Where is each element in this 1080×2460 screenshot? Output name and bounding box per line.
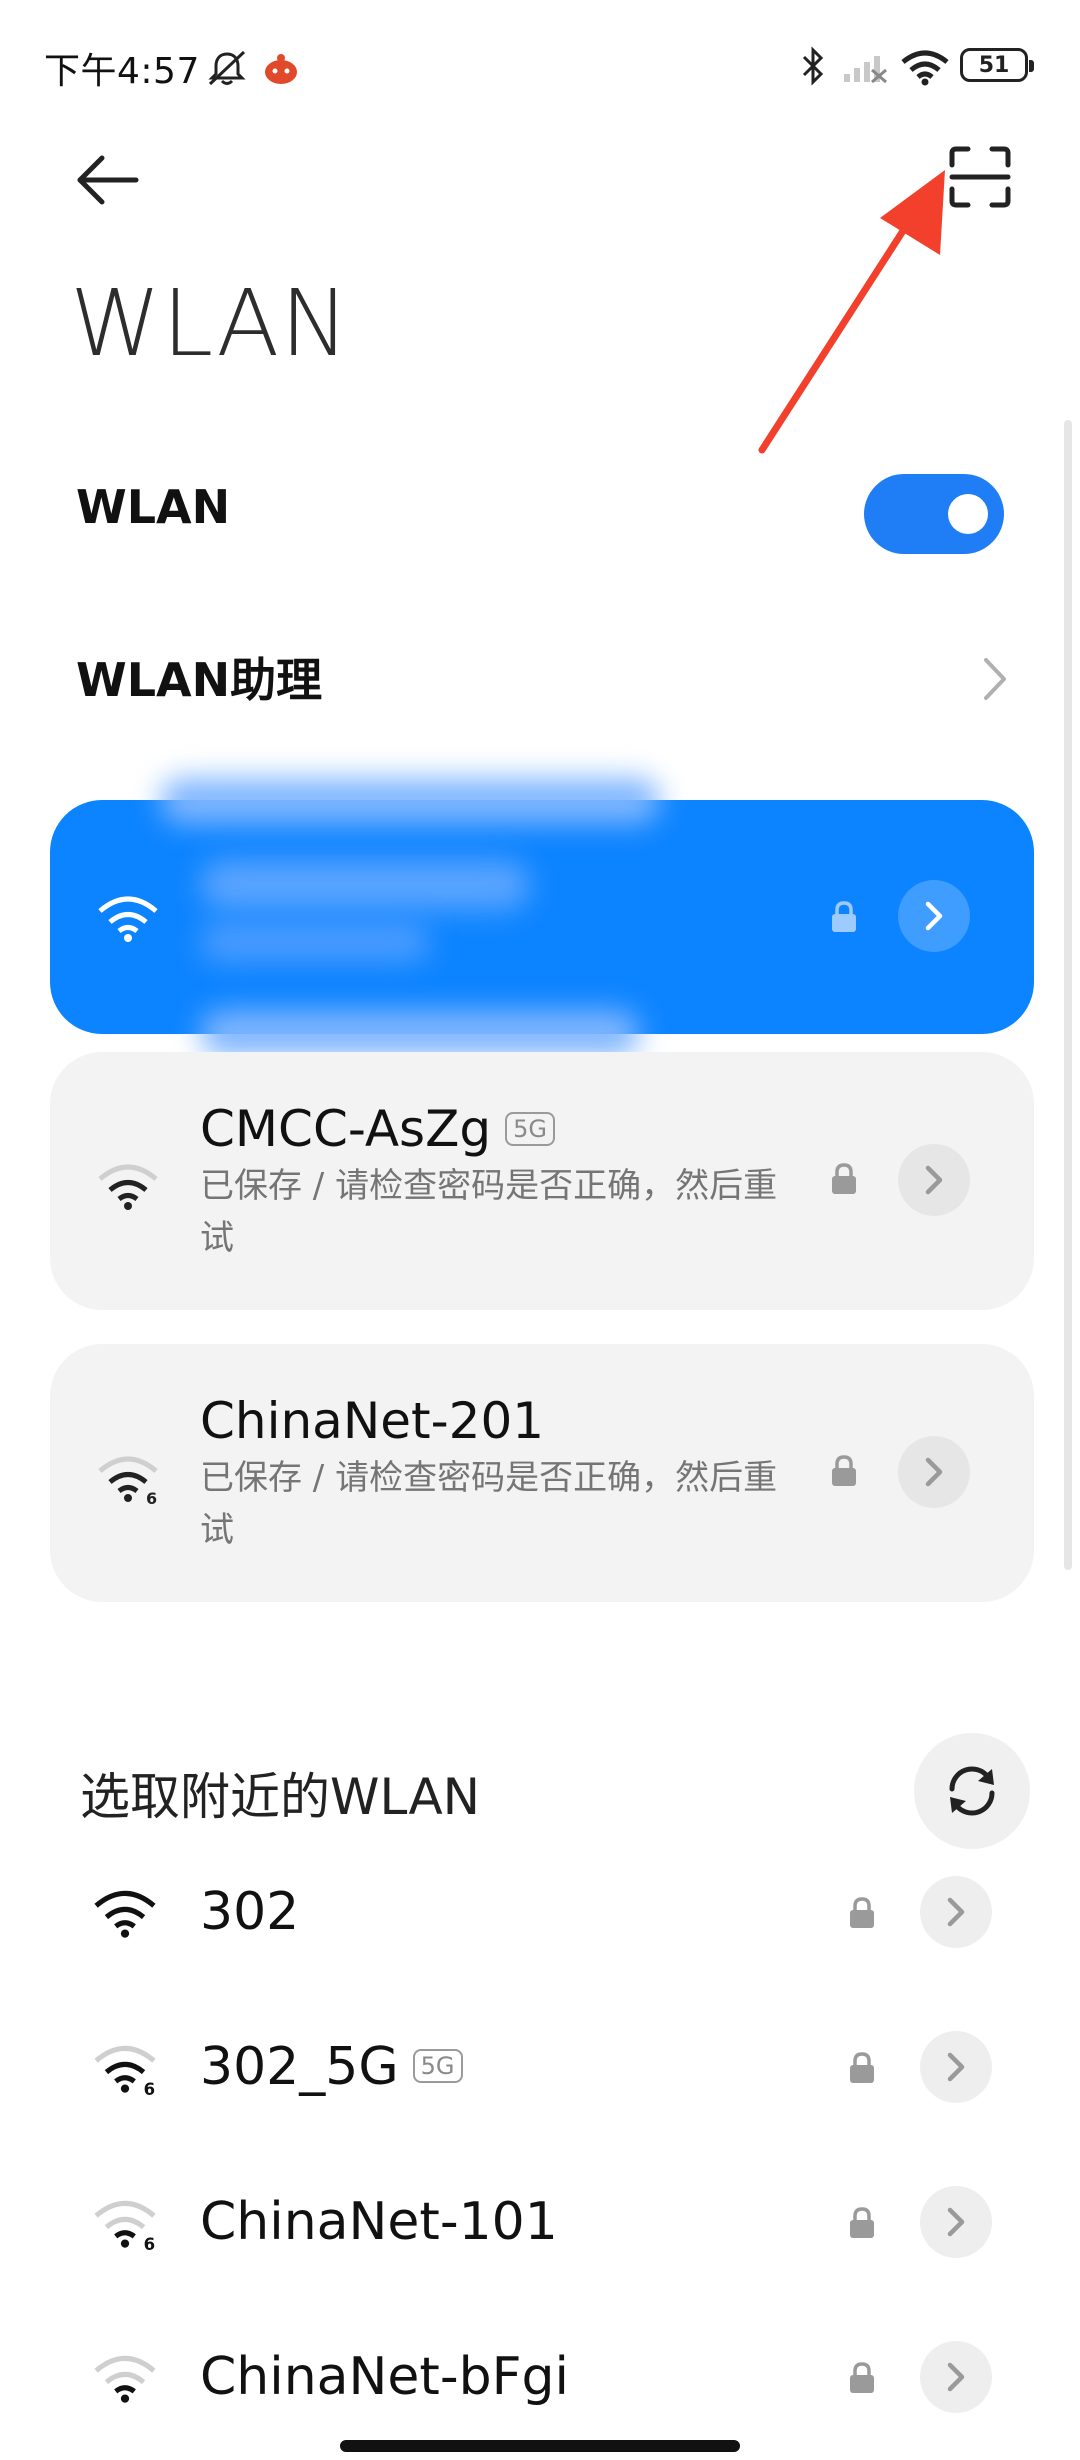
page-title: WLAN bbox=[70, 270, 351, 377]
lock-icon bbox=[832, 1163, 856, 1194]
blurred-network-name bbox=[200, 860, 530, 910]
saved-network-card[interactable]: 6 ChinaNet-201 已保存 / 请检查密码是否正确，然后重试 bbox=[50, 1344, 1034, 1602]
network-list-item[interactable]: ChinaNet-bFgi bbox=[0, 2303, 1080, 2453]
chevron-right-icon bbox=[925, 1457, 943, 1487]
blurred-region bbox=[160, 778, 660, 824]
lock-icon bbox=[850, 1897, 874, 1928]
wlan-assistant-item[interactable]: WLAN助理 bbox=[76, 644, 322, 710]
network-name-text: CMCC-AsZg bbox=[200, 1100, 492, 1158]
connected-network-card[interactable] bbox=[50, 778, 1034, 1056]
bluetooth-icon bbox=[802, 46, 824, 86]
chevron-right-icon bbox=[947, 2362, 965, 2392]
network-details-button[interactable] bbox=[920, 2341, 992, 2413]
network-name: ChinaNet-201 bbox=[200, 1392, 545, 1450]
network-name-text: 302_5G bbox=[200, 2037, 399, 2097]
chevron-right-icon bbox=[925, 1165, 943, 1195]
network-details-button[interactable] bbox=[898, 880, 970, 952]
blurred-region bbox=[200, 1010, 640, 1056]
network-status: 已保存 / 请检查密码是否正确，然后重试 bbox=[200, 1166, 778, 1258]
lock-icon bbox=[832, 901, 856, 932]
network-details-button[interactable] bbox=[898, 1436, 970, 1508]
svg-text:6: 6 bbox=[144, 2235, 155, 2250]
network-details-button[interactable] bbox=[920, 1876, 992, 1948]
wifi-6-icon: 6 bbox=[94, 2045, 156, 2095]
5g-badge: 5G bbox=[505, 1111, 555, 1146]
blurred-network-status bbox=[200, 922, 430, 962]
section-title: 选取附近的WLAN bbox=[80, 1768, 481, 1826]
wifi-icon bbox=[98, 896, 158, 942]
wlan-toggle[interactable] bbox=[864, 474, 1004, 554]
network-name: ChinaNet-bFgi bbox=[200, 2347, 569, 2407]
network-name: ChinaNet-101 bbox=[200, 2192, 558, 2252]
network-details-button[interactable] bbox=[920, 2031, 992, 2103]
app-notification-icon bbox=[265, 54, 297, 84]
saved-network-card[interactable]: CMCC-AsZg 5G 已保存 / 请检查密码是否正确，然后重试 bbox=[50, 1052, 1034, 1310]
5g-badge: 5G bbox=[412, 2049, 463, 2083]
network-details-button[interactable] bbox=[898, 1144, 970, 1216]
refresh-button[interactable] bbox=[914, 1733, 1030, 1849]
network-list-item[interactable]: 6 ChinaNet-101 bbox=[0, 2148, 1080, 2298]
lock-icon bbox=[832, 1455, 856, 1486]
network-name: 302 bbox=[200, 1882, 300, 1942]
wifi-icon bbox=[94, 1890, 156, 1938]
chevron-right-icon bbox=[947, 2207, 965, 2237]
lock-icon bbox=[850, 2362, 874, 2393]
battery-icon: 51 bbox=[960, 48, 1034, 82]
wlan-toggle-label: WLAN bbox=[76, 480, 231, 534]
network-details-button[interactable] bbox=[920, 2186, 992, 2258]
lock-icon bbox=[850, 2052, 874, 2083]
status-time: 下午4:57 bbox=[44, 51, 200, 92]
chevron-right-icon bbox=[925, 901, 943, 931]
wifi-icon bbox=[94, 2355, 156, 2403]
toggle-knob bbox=[948, 494, 988, 534]
network-list-item[interactable]: 302 bbox=[0, 1838, 1080, 1988]
wifi-6-icon: 6 bbox=[94, 2200, 156, 2250]
mute-bell-icon bbox=[208, 50, 246, 86]
svg-text:6: 6 bbox=[144, 2080, 155, 2095]
scrollbar[interactable] bbox=[1064, 420, 1072, 1570]
wifi-6-icon: 6 bbox=[98, 1456, 158, 1504]
refresh-icon bbox=[949, 1766, 995, 1816]
chevron-right-icon bbox=[984, 658, 1006, 700]
wifi-icon bbox=[98, 1164, 158, 1210]
network-name: 302_5G 5G bbox=[200, 2037, 463, 2097]
home-indicator[interactable] bbox=[340, 2440, 740, 2452]
network-status: 已保存 / 请检查密码是否正确，然后重试 bbox=[200, 1458, 778, 1550]
network-name: CMCC-AsZg 5G bbox=[200, 1100, 555, 1158]
chevron-right-icon bbox=[947, 1897, 965, 1927]
network-list-item[interactable]: 6 302_5G 5G bbox=[0, 1993, 1080, 2143]
back-arrow-icon bbox=[77, 155, 139, 205]
chevron-right-icon bbox=[947, 2052, 965, 2082]
wifi-icon bbox=[901, 50, 949, 86]
annotation-arrow-icon bbox=[758, 170, 945, 454]
lock-icon bbox=[850, 2207, 874, 2238]
signal-icon bbox=[844, 56, 887, 84]
status-bar: 下午4:57 51 bbox=[0, 0, 1080, 130]
back-button[interactable] bbox=[72, 150, 142, 210]
svg-text:6: 6 bbox=[146, 1489, 157, 1504]
